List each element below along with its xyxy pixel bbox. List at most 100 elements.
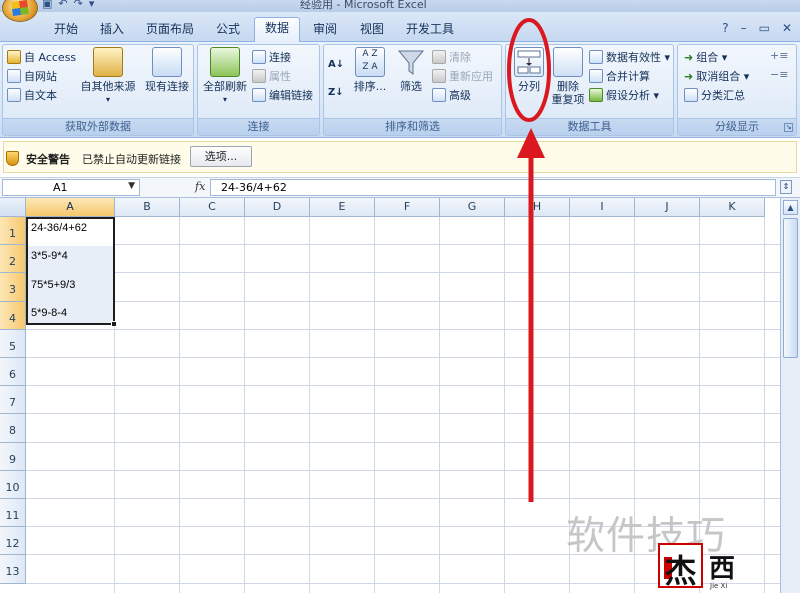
clear-label: 清除 bbox=[449, 51, 471, 64]
name-box[interactable]: A1 ▼ bbox=[2, 179, 140, 196]
tab-view[interactable]: 视图 bbox=[349, 19, 395, 42]
group-connections: 全部刷新 ▾ 连接 属性 编辑链接 连接 bbox=[197, 44, 320, 136]
from-access-button[interactable]: 自 Access bbox=[7, 49, 76, 65]
row-header-5[interactable]: 5 bbox=[0, 329, 26, 358]
row-header-3[interactable]: 3 bbox=[0, 273, 26, 302]
existing-connections-button[interactable]: 现有连接 bbox=[141, 47, 193, 93]
group-button[interactable]: ➜ 组合 ▾ bbox=[684, 49, 727, 65]
vertical-scrollbar[interactable]: ▲ bbox=[780, 198, 800, 593]
help-icon[interactable]: ? bbox=[722, 21, 728, 35]
row-header-2[interactable]: 2 bbox=[0, 245, 26, 274]
column-header-a[interactable]: A bbox=[26, 198, 115, 217]
connections-button[interactable]: 连接 bbox=[252, 49, 291, 65]
shield-icon bbox=[6, 151, 19, 166]
row-header-4[interactable]: 4 bbox=[0, 301, 26, 330]
refresh-icon bbox=[210, 47, 240, 77]
options-button[interactable]: 选项... bbox=[190, 146, 252, 167]
column-header-h[interactable]: H bbox=[505, 198, 570, 217]
column-header-d[interactable]: D bbox=[245, 198, 310, 217]
tab-page-layout[interactable]: 页面布局 bbox=[136, 19, 204, 42]
row-header-6[interactable]: 6 bbox=[0, 358, 26, 387]
tab-formulas[interactable]: 公式 bbox=[205, 19, 251, 42]
row-header-12[interactable]: 12 bbox=[0, 527, 26, 556]
select-all-corner[interactable] bbox=[0, 198, 26, 217]
cell-a3[interactable]: 75*5+9/3 bbox=[31, 279, 75, 291]
expand-formula-icon[interactable]: ⇕ bbox=[780, 180, 792, 194]
cell-a1[interactable]: 24-36/4+62 bbox=[31, 222, 87, 234]
window-controls: ? – ▭ ✕ bbox=[722, 21, 792, 35]
ungroup-button[interactable]: ➜ 取消组合 ▾ bbox=[684, 68, 749, 84]
validation-icon bbox=[589, 50, 603, 64]
dialog-launcher-icon[interactable]: ↘ bbox=[784, 123, 793, 132]
text-file-icon bbox=[7, 88, 21, 102]
row-header-1[interactable]: 1 bbox=[0, 217, 26, 246]
row-header-8[interactable]: 8 bbox=[0, 414, 26, 443]
row-header-13[interactable]: 13 bbox=[0, 555, 26, 584]
sort-desc-button[interactable]: Z↓ bbox=[328, 87, 344, 98]
column-header-j[interactable]: J bbox=[635, 198, 700, 217]
column-header-e[interactable]: E bbox=[310, 198, 375, 217]
fill-handle[interactable] bbox=[111, 321, 117, 327]
tab-developer[interactable]: 开发工具 bbox=[396, 19, 464, 42]
column-header-b[interactable]: B bbox=[115, 198, 180, 217]
row-header-11[interactable]: 11 bbox=[0, 499, 26, 528]
fx-icon[interactable]: fx bbox=[195, 180, 205, 193]
what-if-button[interactable]: 假设分析 ▾ bbox=[589, 87, 659, 103]
consolidate-button[interactable]: 合并计算 bbox=[589, 68, 650, 84]
formula-input[interactable]: 24-36/4+62 bbox=[210, 179, 776, 196]
tab-insert[interactable]: 插入 bbox=[89, 19, 135, 42]
tab-review[interactable]: 审阅 bbox=[302, 19, 348, 42]
from-text-button[interactable]: 自文本 bbox=[7, 87, 57, 103]
data-validation-button[interactable]: 数据有效性 ▾ bbox=[589, 49, 670, 65]
row-header-9[interactable]: 9 bbox=[0, 442, 26, 471]
subtotal-button[interactable]: 分类汇总 bbox=[684, 87, 745, 103]
show-detail-button[interactable]: +≡ bbox=[770, 49, 788, 62]
from-web-button[interactable]: 自网站 bbox=[7, 68, 57, 84]
ungroup-arrow-icon: ➜ bbox=[684, 69, 694, 83]
advanced-icon bbox=[432, 88, 446, 102]
group-data-tools: 分列 删除 重复项 数据有效性 ▾ 合并计算 假设分析 ▾ 数据工具 bbox=[505, 44, 674, 136]
from-access-label: 自 Access bbox=[24, 51, 77, 64]
minimize-icon[interactable]: – bbox=[741, 21, 747, 35]
clear-filter-button[interactable]: 清除 bbox=[432, 49, 471, 65]
column-header-f[interactable]: F bbox=[375, 198, 440, 217]
restore-icon[interactable]: ▭ bbox=[759, 21, 770, 35]
scroll-up-icon[interactable]: ▲ bbox=[783, 200, 798, 215]
tab-home[interactable]: 开始 bbox=[43, 19, 89, 42]
reapply-button[interactable]: 重新应用 bbox=[432, 68, 493, 84]
row-gridline bbox=[26, 300, 780, 302]
text-to-columns-button[interactable]: 分列 bbox=[509, 47, 549, 93]
scrollbar-thumb[interactable] bbox=[783, 218, 798, 358]
chevron-down-icon[interactable]: ▼ bbox=[128, 181, 135, 191]
row-header-7[interactable]: 7 bbox=[0, 386, 26, 415]
hide-detail-button[interactable]: −≡ bbox=[770, 68, 788, 81]
column-header-k[interactable]: K bbox=[700, 198, 765, 217]
sort-button[interactable]: A ZZ A 排序... bbox=[350, 47, 390, 93]
advanced-filter-button[interactable]: 高级 bbox=[432, 87, 471, 103]
edit-links-button[interactable]: 编辑链接 bbox=[252, 87, 313, 103]
row-header-10[interactable]: 10 bbox=[0, 470, 26, 499]
refresh-all-button[interactable]: 全部刷新 ▾ bbox=[200, 47, 250, 106]
clear-icon bbox=[432, 50, 446, 64]
save-icon[interactable]: ▣ bbox=[42, 0, 52, 10]
column-header-c[interactable]: C bbox=[180, 198, 245, 217]
column-header-g[interactable]: G bbox=[440, 198, 505, 217]
sort-asc-button[interactable]: A↓ bbox=[328, 59, 344, 70]
cell-a2[interactable]: 3*5-9*4 bbox=[31, 250, 68, 262]
column-header-i[interactable]: I bbox=[570, 198, 635, 217]
undo-icon[interactable]: ↶ bbox=[58, 0, 67, 10]
group-label-sort-filter: 排序和筛选 bbox=[324, 118, 501, 135]
cell-a4[interactable]: 5*9-8-4 bbox=[31, 307, 67, 319]
from-other-sources-button[interactable]: 自其他来源 ▾ bbox=[79, 47, 137, 106]
remove-duplicates-button[interactable]: 删除 重复项 bbox=[549, 47, 587, 106]
filter-button[interactable]: 筛选 bbox=[394, 47, 428, 93]
customize-qat-icon[interactable]: ▾ bbox=[89, 0, 95, 10]
redo-icon[interactable]: ↷ bbox=[74, 0, 83, 10]
column-gridline bbox=[504, 217, 505, 593]
quick-access-toolbar[interactable]: ▣ ↶ ↷ ▾ bbox=[42, 0, 94, 10]
group-label-connections: 连接 bbox=[198, 118, 319, 135]
tab-data[interactable]: 数据 bbox=[254, 17, 300, 43]
column-gridline bbox=[244, 217, 245, 593]
close-icon[interactable]: ✕ bbox=[782, 21, 792, 35]
properties-button[interactable]: 属性 bbox=[252, 68, 291, 84]
